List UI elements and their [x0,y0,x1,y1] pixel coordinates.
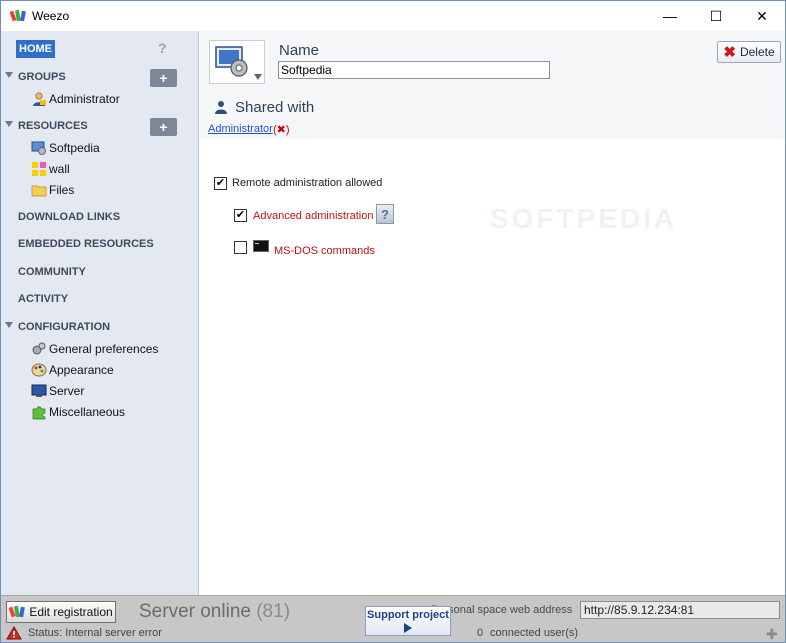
sidebar-item-wall[interactable]: wall [31,161,70,177]
support-project-label: Support project [367,609,449,621]
minimize-button[interactable]: — [647,1,693,31]
resources-collapse-icon[interactable] [5,121,13,127]
folder-icon [31,185,47,197]
monitor-icon [31,384,47,397]
remove-share-icon[interactable]: (✖) [273,123,290,136]
server-status-text: Server online [139,601,251,622]
delete-icon: ✖ [723,44,736,61]
advanced-admin-checkbox[interactable]: ✔ [234,209,247,222]
sidebar: HOME ? GROUPS + Administrator RESOURCES … [1,31,199,595]
sidebar-item-server[interactable]: Server [31,383,84,399]
resource-icon-picker[interactable] [209,40,265,84]
watermark: SOFTPEDIA [490,203,678,234]
sidebar-section-community[interactable]: COMMUNITY [18,266,86,278]
delete-button[interactable]: ✖ Delete [717,41,781,63]
close-button[interactable]: ✕ [739,1,785,31]
sidebar-item-label: Administrator [49,92,120,106]
main-panel: Name ✖ Delete Shared with Administrator … [200,31,785,595]
resource-header: Name ✖ Delete Shared with Administrator … [200,31,785,139]
connected-users-label: connected user(s) [490,627,579,639]
sidebar-item-label: Server [49,384,85,398]
sidebar-item-label: Miscellaneous [49,405,126,419]
server-count: (81) [256,601,291,622]
sidebar-item-label: Appearance [49,363,114,377]
resize-grip-icon[interactable]: ✚ [766,626,778,642]
connected-users-count: 0 [477,627,484,639]
groups-collapse-icon[interactable] [5,72,13,78]
remote-admin-label: Remote administration allowed [232,177,383,189]
web-address-label: Personal space web address [431,604,573,616]
help-icon[interactable]: ? [376,204,394,224]
console-icon [253,240,269,252]
gears-icon [32,342,46,355]
computer-icon [31,141,46,155]
server-status: Server online (81) [139,601,290,623]
sidebar-item-label: Softpedia [49,141,100,155]
sidebar-item-softpedia[interactable]: Softpedia [31,140,100,156]
help-icon[interactable]: ? [158,40,167,56]
name-label: Name [279,42,320,59]
help-glyph: ? [381,206,389,222]
delete-label: Delete [739,45,775,59]
sidebar-section-activity[interactable]: ACTIVITY [18,293,68,305]
name-input[interactable] [278,61,550,79]
sidebar-item-label: wall [49,162,70,176]
advanced-admin-label: Advanced administration [253,210,374,222]
sidebar-home[interactable]: HOME [16,40,55,58]
shared-with-label: Shared with [235,99,315,116]
palette-icon [31,363,47,377]
warning-icon [6,626,22,640]
sidebar-item-administrator[interactable]: Administrator [31,91,120,107]
user-icon [33,92,46,106]
sidebar-item-miscellaneous[interactable]: Miscellaneous [31,404,125,420]
shared-user-link[interactable]: Administrator [208,123,273,135]
msdos-label: MS-DOS commands [274,245,375,257]
configuration-collapse-icon[interactable] [5,322,13,328]
weezo-logo-icon [10,9,26,22]
web-address-field[interactable] [580,601,780,619]
status-text: Status: Internal server error [28,627,162,639]
maximize-button[interactable]: ☐ [693,1,739,31]
edit-registration-label: Edit registration [29,605,113,619]
sidebar-item-label: General preferences [49,342,159,356]
edit-registration-button[interactable]: Edit registration [6,601,116,623]
status-bar: Edit registration Server online (81) Sta… [1,595,785,642]
add-resource-button[interactable]: + [150,118,177,136]
sidebar-item-general-preferences[interactable]: General preferences [31,341,158,357]
wall-icon [32,162,46,176]
sidebar-section-groups[interactable]: GROUPS [18,71,66,83]
chevron-down-icon[interactable] [254,74,262,80]
msdos-checkbox[interactable] [234,241,247,254]
user-icon [215,101,227,114]
remote-admin-checkbox[interactable]: ✔ [214,177,227,190]
sidebar-section-download-links[interactable]: DOWNLOAD LINKS [18,211,120,223]
sidebar-item-appearance[interactable]: Appearance [31,362,114,378]
window-title: Weezo [32,9,70,23]
app-window: Weezo — ☐ ✕ HOME ? GROUPS + Administrato… [0,0,786,643]
sidebar-section-resources[interactable]: RESOURCES [18,120,88,132]
computer-icon [215,46,248,77]
puzzle-icon [32,406,46,420]
sidebar-section-embedded-resources[interactable]: EMBEDDED RESOURCES [18,238,154,250]
add-group-button[interactable]: + [150,69,177,87]
title-bar: Weezo — ☐ ✕ [1,1,785,31]
sidebar-section-configuration[interactable]: CONFIGURATION [18,321,110,333]
support-project-button[interactable]: Support project [365,606,451,636]
play-icon [404,623,412,633]
sidebar-item-files[interactable]: Files [31,182,74,198]
sidebar-item-label: Files [49,183,75,197]
weezo-logo-icon [9,605,26,618]
